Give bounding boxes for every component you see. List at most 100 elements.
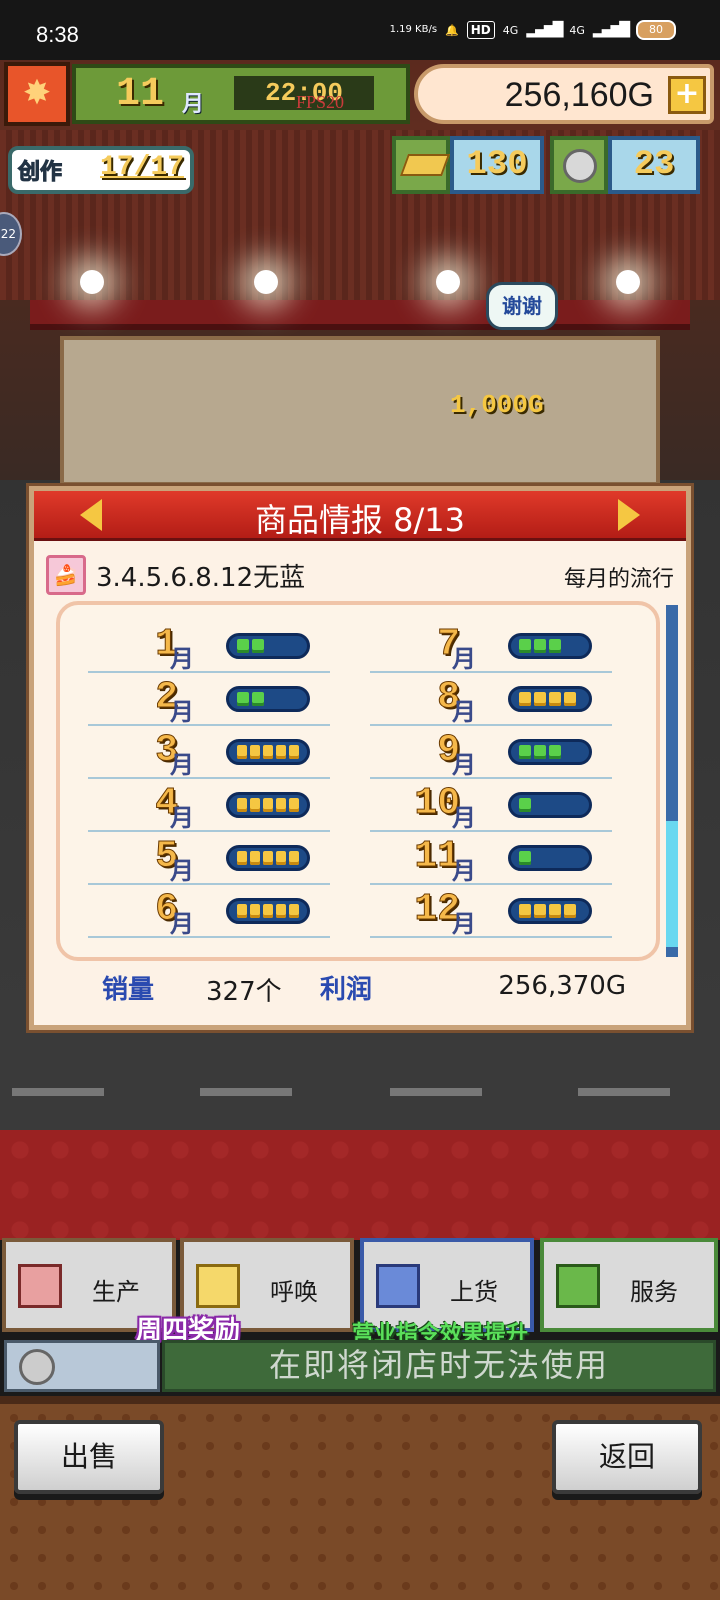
product-info-panel: 商品情报 8/13 🍰 3.4.5.6.8.12无蓝 每月的流行 1月2月3月4…	[29, 486, 691, 1030]
coin-count: 23	[608, 136, 700, 194]
trend-segment	[549, 692, 561, 706]
status-bar: 8:38 1.19 KB/s 🔔 HD 4G ▂▄▆█ 4G ▂▄▆█ 80	[0, 0, 720, 60]
lamp-icon	[436, 270, 460, 294]
month-unit: 月	[452, 910, 476, 938]
network-label-1: 4G	[502, 23, 519, 37]
next-arrow-icon[interactable]	[618, 499, 640, 531]
lamp-icon	[80, 270, 104, 294]
trend-level-bar	[226, 898, 310, 924]
trend-segment	[237, 904, 247, 918]
trend-segment	[276, 904, 286, 918]
month-unit: 月	[170, 751, 194, 779]
sell-button[interactable]: 出售	[14, 1420, 164, 1494]
month-number: 11	[116, 72, 165, 117]
closing-notice: 在即将闭店时无法使用	[162, 1340, 716, 1392]
trend-segment	[263, 745, 273, 759]
coin-slot[interactable]	[4, 1340, 160, 1392]
coffee-cup-icon	[556, 1264, 600, 1308]
trend-segment	[250, 851, 260, 865]
month-row: 11 月	[370, 833, 612, 885]
gold-bar-count: 130	[450, 136, 544, 194]
month-row: 9月	[370, 727, 612, 779]
hd-badge: HD	[466, 21, 495, 39]
trend-level-bar	[226, 633, 310, 659]
service-label: 服务	[630, 1278, 678, 1306]
month-unit: 月	[452, 698, 476, 726]
trend-level-bar	[508, 792, 592, 818]
month-unit: 月	[182, 92, 205, 117]
month-unit: 月	[170, 910, 194, 938]
row-divider	[370, 830, 612, 832]
month-unit: 月	[452, 804, 476, 832]
month-unit: 月	[170, 645, 194, 673]
trend-segment	[263, 798, 273, 812]
lane-mark	[12, 1088, 104, 1096]
money-value: 256,160G	[504, 76, 654, 114]
trend-segment	[276, 851, 286, 865]
month-row: 8月	[370, 674, 612, 726]
row-divider	[88, 671, 330, 673]
month-unit: 月	[170, 857, 194, 885]
row-divider	[370, 777, 612, 779]
produce-label: 生产	[92, 1278, 140, 1306]
month-unit: 月	[452, 645, 476, 673]
silver-coin-icon	[19, 1349, 55, 1385]
row-divider	[370, 883, 612, 885]
trend-segment	[549, 639, 561, 653]
trend-segment	[263, 851, 273, 865]
trend-level-bar	[508, 739, 592, 765]
row-divider	[88, 883, 330, 885]
back-button[interactable]: 返回	[552, 1420, 702, 1494]
trend-level-bar	[226, 792, 310, 818]
speech-bubble: 谢谢	[486, 282, 558, 330]
trend-label: 每月的流行	[563, 567, 674, 592]
bread-icon	[18, 1264, 62, 1308]
month-row: 10 月	[370, 780, 612, 832]
month-trend-grid: 1 月 2 月 3 月 4 月 5 月 6 月 7 月 8 月 9 月 10 月 11 月 12 月	[56, 601, 660, 961]
autumn-leaf-icon[interactable]: ✸	[4, 62, 70, 126]
add-money-button[interactable]: +	[668, 76, 706, 114]
trend-segment	[549, 904, 561, 918]
trend-segment	[250, 798, 260, 812]
alarm-icon: 🔔	[445, 23, 459, 37]
panel-title: 商品情报 8/13	[254, 501, 466, 539]
craft-counter[interactable]: 创作 17/17	[8, 146, 194, 194]
battery-icon: 80	[636, 20, 676, 40]
trend-segment	[534, 692, 546, 706]
craft-label: 创作	[17, 160, 63, 186]
network-label-2: 4G	[569, 23, 585, 37]
megaphone-icon	[196, 1264, 240, 1308]
network-speed: 1.19 KB/s	[389, 24, 438, 35]
signal-icon-2: ▂▄▆█	[592, 22, 630, 38]
row-divider	[88, 724, 330, 726]
trend-segment	[250, 745, 260, 759]
coin-resource[interactable]: 23	[550, 136, 710, 194]
trend-level-bar	[226, 686, 310, 712]
trend-segment	[519, 798, 531, 812]
month-row: 12 月	[370, 886, 612, 938]
trend-segment	[519, 851, 531, 865]
scrollbar-thumb[interactable]	[666, 821, 678, 947]
call-label: 呼唤	[270, 1278, 318, 1306]
shop-awning	[30, 300, 690, 330]
trend-segment	[564, 904, 576, 918]
month-row: 3月	[88, 727, 330, 779]
trend-level-bar	[508, 845, 592, 871]
month-unit: 月	[452, 857, 476, 885]
trend-segment	[519, 745, 531, 759]
trend-segment	[289, 904, 299, 918]
lane-mark	[390, 1088, 482, 1096]
row-divider	[88, 936, 330, 938]
trend-segment	[237, 798, 247, 812]
gold-bar-resource[interactable]: 130	[392, 136, 544, 194]
sales-value: 327个	[206, 977, 282, 1007]
trend-segment	[519, 639, 531, 653]
profit-label: 利润	[320, 975, 373, 1005]
panel-header: 商品情报 8/13	[34, 491, 686, 541]
lane-mark	[578, 1088, 670, 1096]
service-button[interactable]: 服务	[540, 1238, 718, 1332]
month-row: 4月	[88, 780, 330, 832]
trend-segment	[276, 798, 286, 812]
row-divider	[88, 777, 330, 779]
coin-icon	[550, 136, 608, 194]
